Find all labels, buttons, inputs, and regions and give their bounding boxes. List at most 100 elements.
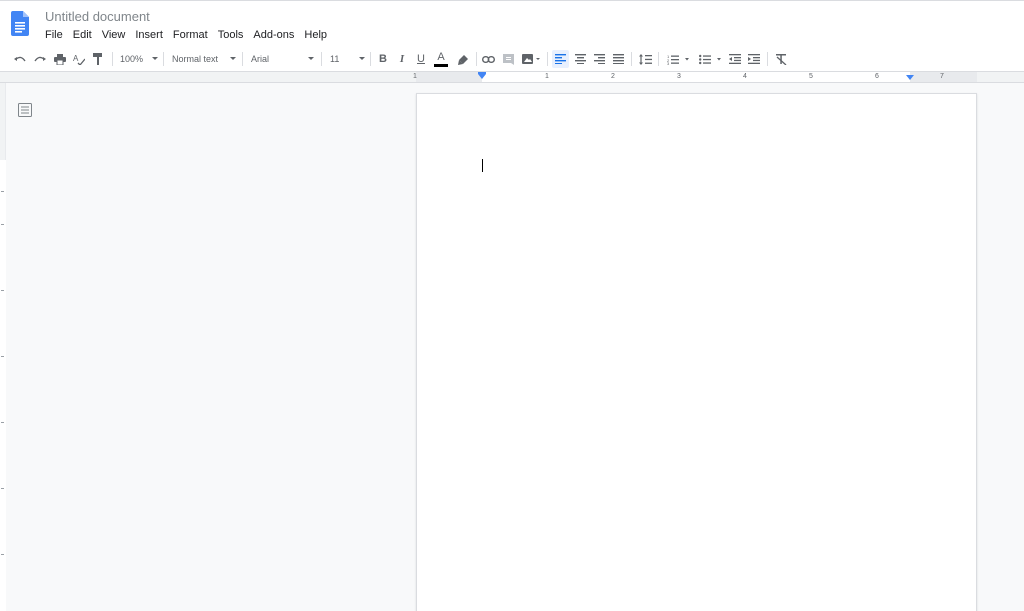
menu-help[interactable]: Help <box>299 28 332 42</box>
insert-link-button[interactable] <box>480 50 496 68</box>
chevron-down-icon <box>359 57 365 60</box>
justify-button[interactable] <box>610 50 626 68</box>
menu-insert[interactable]: Insert <box>130 28 168 42</box>
toolbar-separator <box>476 52 477 66</box>
decrease-indent-button[interactable] <box>727 50 743 68</box>
underline-button[interactable]: U <box>414 50 428 68</box>
document-title[interactable]: Untitled document <box>45 9 150 24</box>
menu-addons[interactable]: Add-ons <box>248 28 299 42</box>
justify-icon <box>612 54 624 64</box>
ruler-left-margin[interactable] <box>416 72 482 82</box>
font-size-value: 11 <box>330 54 340 64</box>
ruler-number: 6 <box>875 73 879 80</box>
align-left-button[interactable] <box>552 50 569 68</box>
font-size-select[interactable]: 11 <box>330 50 365 68</box>
menu-format[interactable]: Format <box>168 28 213 42</box>
insert-comment-button[interactable] <box>500 50 516 68</box>
paragraph-style-select[interactable]: Normal text <box>172 50 236 68</box>
vertical-ruler-tick <box>1 422 4 423</box>
toolbar-separator <box>658 52 659 66</box>
zoom-select[interactable]: 100% <box>120 50 158 68</box>
vertical-ruler-tick <box>1 290 4 291</box>
line-spacing-icon <box>638 53 652 65</box>
undo-icon <box>14 56 26 62</box>
chevron-down-icon <box>230 57 236 60</box>
menu-view[interactable]: View <box>97 28 131 42</box>
svg-text:A: A <box>73 54 79 63</box>
ruler-number: 1 <box>545 73 549 80</box>
chevron-down-icon <box>152 57 158 60</box>
clear-formatting-button[interactable] <box>773 50 789 68</box>
spellcheck-button[interactable]: A <box>71 50 87 68</box>
font-family-select[interactable]: Arial <box>251 50 314 68</box>
highlight-color-button[interactable] <box>455 50 471 68</box>
bulleted-list-icon <box>698 54 721 64</box>
toolbar-separator <box>767 52 768 66</box>
bold-button[interactable]: B <box>376 50 390 68</box>
toolbar-separator <box>547 52 548 66</box>
redo-button[interactable] <box>32 50 48 68</box>
left-indent-marker[interactable] <box>478 74 486 79</box>
ruler-number: 2 <box>611 73 615 80</box>
outline-icon[interactable] <box>18 103 32 117</box>
paint-format-button[interactable] <box>90 50 106 68</box>
line-spacing-button[interactable] <box>636 50 654 68</box>
align-center-button[interactable] <box>572 50 588 68</box>
toolbar-separator <box>242 52 243 66</box>
svg-text:3: 3 <box>667 61 670 65</box>
numbered-list-button[interactable]: 123 <box>664 50 692 68</box>
align-left-icon <box>555 54 566 64</box>
clear-formatting-icon <box>775 53 786 65</box>
vertical-ruler[interactable] <box>0 83 6 611</box>
text-color-swatch <box>434 63 448 67</box>
text-color-letter: A <box>437 50 445 63</box>
toolbar-separator <box>631 52 632 66</box>
decrease-indent-icon <box>729 54 741 64</box>
align-right-button[interactable] <box>591 50 607 68</box>
text-color-button[interactable]: A <box>433 50 449 68</box>
vertical-ruler-tick <box>1 554 4 555</box>
bulleted-list-button[interactable] <box>696 50 724 68</box>
right-indent-marker[interactable] <box>906 75 914 80</box>
menu-edit[interactable]: Edit <box>68 28 97 42</box>
toolbar-separator <box>370 52 371 66</box>
docs-logo-icon[interactable] <box>11 11 29 36</box>
horizontal-ruler[interactable]: 1 1 2 3 4 5 6 7 <box>0 72 1024 83</box>
toolbar-separator <box>112 52 113 66</box>
undo-button[interactable] <box>12 50 28 68</box>
text-cursor <box>482 159 483 172</box>
italic-button[interactable]: I <box>395 50 409 68</box>
menu-bar: File Edit View Insert Format Tools Add-o… <box>40 28 332 42</box>
formatting-toolbar: A 100% Normal text Arial 11 B I U A 1 2 … <box>0 46 1024 72</box>
increase-indent-button[interactable] <box>746 50 762 68</box>
vertical-ruler-tick <box>1 488 4 489</box>
align-right-icon <box>593 54 605 64</box>
title-bar: Untitled document File Edit View Insert … <box>0 0 1024 46</box>
paragraph-style-value: Normal text <box>172 54 219 64</box>
toolbar-separator <box>321 52 322 66</box>
vertical-ruler-tick <box>1 356 4 357</box>
document-page[interactable] <box>416 93 977 611</box>
zoom-value: 100% <box>120 54 144 64</box>
font-family-value: Arial <box>251 54 270 64</box>
chevron-down-icon <box>308 57 314 60</box>
print-button[interactable] <box>52 50 68 68</box>
redo-icon <box>34 56 46 62</box>
print-icon <box>54 53 66 65</box>
link-icon <box>481 55 495 63</box>
toolbar-separator <box>163 52 164 66</box>
highlight-icon <box>457 54 468 65</box>
align-center-icon <box>574 54 586 64</box>
docs-app: Untitled document File Edit View Insert … <box>0 0 1024 611</box>
insert-image-button[interactable] <box>519 50 543 68</box>
menu-file[interactable]: File <box>40 28 68 42</box>
image-icon <box>521 54 540 64</box>
spellcheck-icon: A <box>73 54 85 65</box>
paint-format-icon <box>93 53 102 65</box>
ruler-number: 7 <box>940 73 944 80</box>
vertical-ruler-page-area <box>0 160 6 611</box>
ruler-number: 1 <box>413 73 417 80</box>
menu-tools[interactable]: Tools <box>213 28 249 42</box>
ruler-number: 5 <box>809 73 813 80</box>
ruler-number: 3 <box>677 73 681 80</box>
